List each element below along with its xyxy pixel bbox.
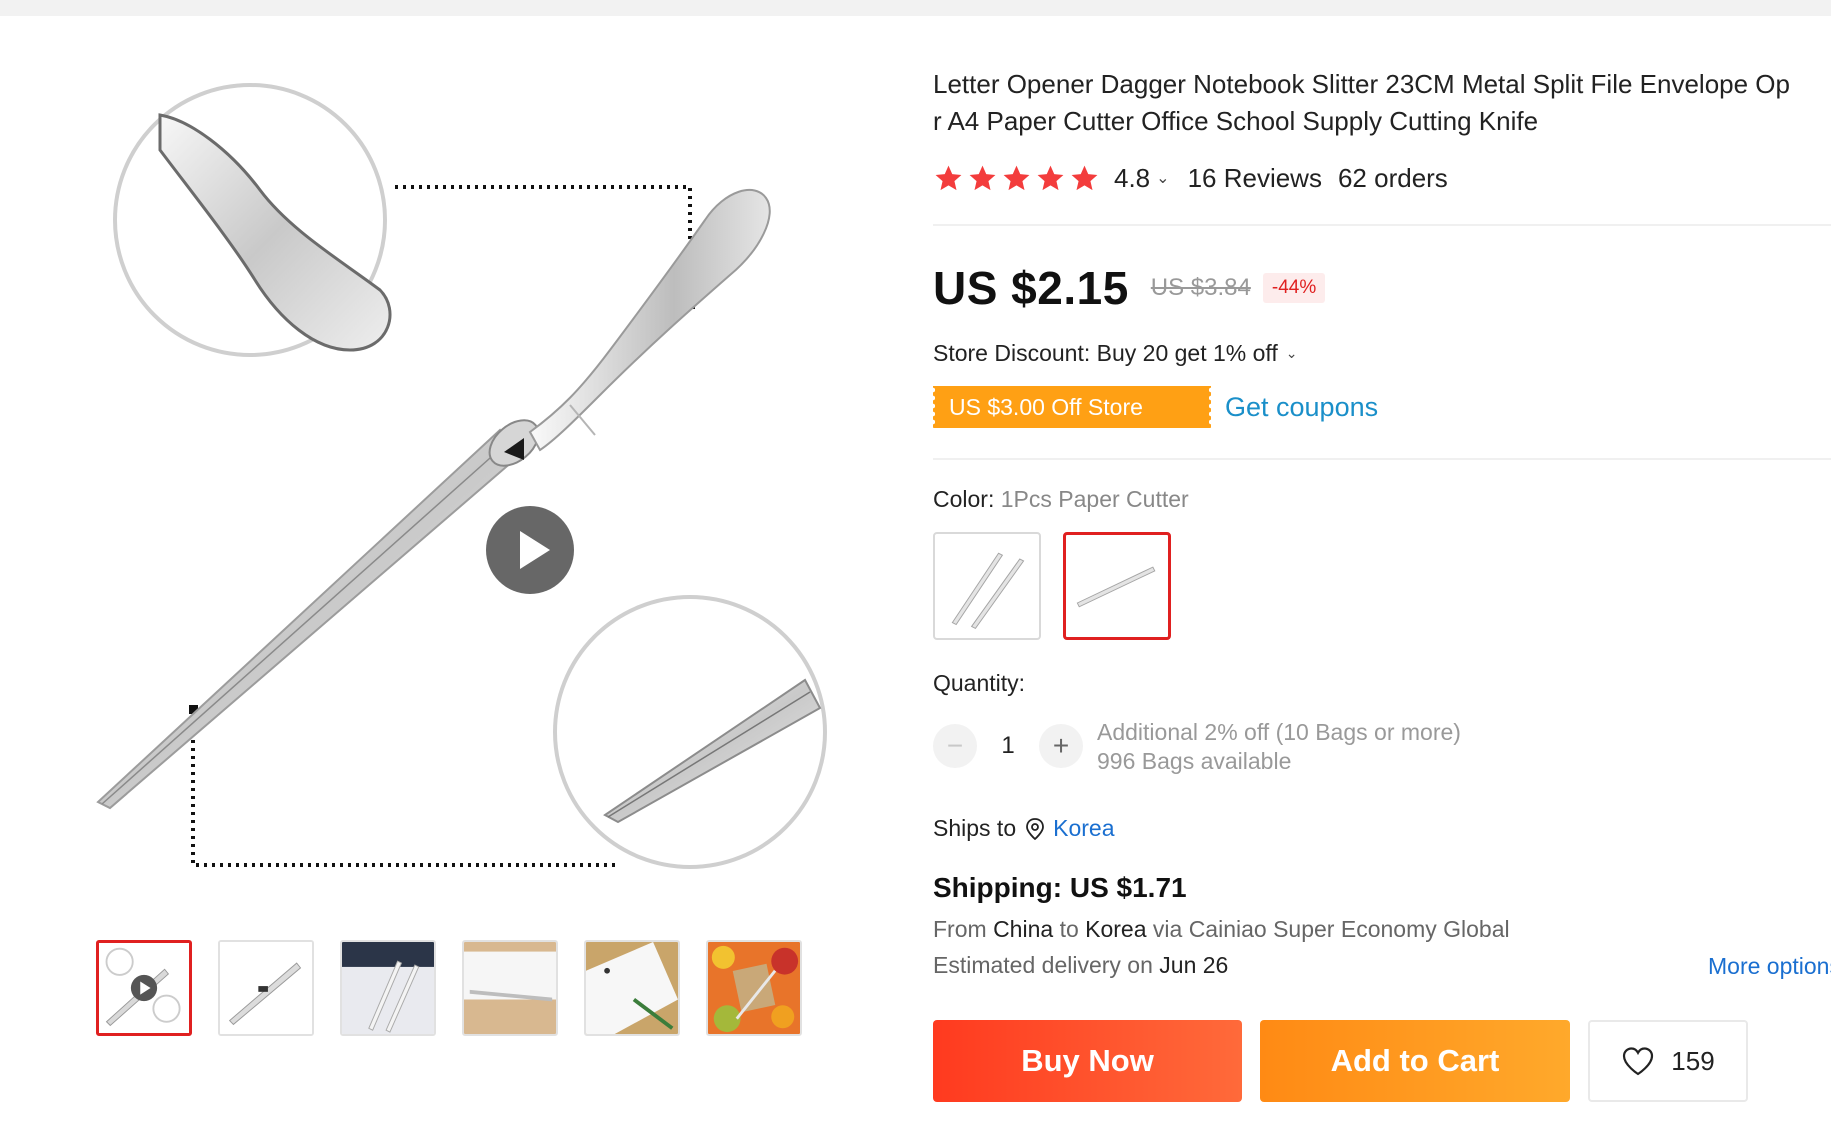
estimated-delivery: Estimated delivery on Jun 26 — [933, 952, 1228, 979]
quantity-label: Quantity: — [933, 670, 1026, 696]
quantity-decrease-button[interactable]: − — [933, 724, 977, 768]
thumbnail-2[interactable] — [218, 940, 314, 1036]
quantity-increase-button[interactable]: + — [1039, 724, 1083, 768]
thumbnail-4[interactable] — [462, 940, 558, 1036]
add-to-cart-button[interactable]: Add to Cart — [1260, 1020, 1570, 1102]
shipping-carrier: via Cainiao Super Economy Global — [1152, 916, 1510, 942]
product-title-line1: Letter Opener Dagger Notebook Slitter 23… — [933, 69, 1790, 99]
chevron-down-icon[interactable]: ⌄ — [1156, 168, 1169, 188]
thumbnail-3[interactable] — [340, 940, 436, 1036]
thumbnail-strip — [96, 940, 816, 1040]
thumbnail-1[interactable] — [96, 940, 192, 1036]
star-icon — [1071, 165, 1098, 190]
to-country: Korea — [1085, 916, 1147, 942]
rating-value[interactable]: 4.8 — [1114, 163, 1150, 194]
quantity-stepper: − + — [933, 724, 1083, 768]
color-label-text: Color: — [933, 486, 995, 512]
ships-to-row: Ships to Korea — [933, 815, 1114, 842]
original-price: US $3.84 — [1150, 274, 1251, 301]
shipping-route: From China to Korea via Cainiao Super Ec… — [933, 916, 1510, 943]
quantity-info: Additional 2% off (10 Bags or more) 996 … — [1097, 718, 1461, 776]
from-country: China — [993, 916, 1054, 942]
divider — [933, 224, 1831, 226]
product-title-line2: r A4 Paper Cutter Office School Supply C… — [933, 106, 1539, 136]
stock-available: 996 Bags available — [1097, 748, 1292, 774]
wishlist-button[interactable]: 159 — [1588, 1020, 1748, 1102]
thumbnail-5[interactable] — [584, 940, 680, 1036]
coupon-row: US $3.00 Off Store Coupon Get coupons — [931, 386, 1378, 462]
main-product-image[interactable] — [80, 60, 840, 880]
ships-to-label: Ships to — [933, 815, 1017, 841]
delivery-date: Jun 26 — [1159, 952, 1229, 978]
orders-count: 62 orders — [1337, 162, 1448, 193]
color-option-2[interactable] — [1063, 532, 1171, 640]
product-title: Letter Opener Dagger Notebook Slitter 23… — [933, 66, 1831, 140]
letter-opener-illustration — [96, 83, 827, 869]
color-option-1[interactable] — [933, 532, 1041, 640]
rating-stars — [933, 163, 1100, 194]
buy-now-button[interactable]: Buy Now — [933, 1020, 1242, 1102]
rating-row: 4.8 ⌄ 16 Reviews 62 orders — [933, 160, 1448, 196]
current-price: US $2.15 — [933, 262, 1129, 314]
bulk-discount-note: Additional 2% off (10 Bags or more) — [1097, 719, 1461, 745]
to-word: to — [1059, 916, 1079, 942]
discount-badge: -44% — [1262, 273, 1326, 303]
color-label: Color: 1Pcs Paper Cutter — [933, 486, 1189, 513]
top-bar — [0, 0, 1831, 16]
more-shipping-options-link[interactable]: More options — [1708, 953, 1831, 980]
divider — [933, 458, 1831, 460]
from-word: From — [933, 916, 987, 942]
store-discount-text: Store Discount: Buy 20 get 1% off — [933, 340, 1278, 366]
star-icon — [1037, 165, 1064, 190]
thumbnail-6[interactable] — [706, 940, 802, 1036]
location-pin-icon — [1026, 817, 1045, 840]
heart-icon — [1623, 1047, 1654, 1076]
star-icon — [935, 165, 962, 190]
color-selected-value: 1Pcs Paper Cutter — [1000, 486, 1189, 512]
reviews-link[interactable]: 16 Reviews — [1188, 163, 1322, 194]
wishlist-count: 159 — [1671, 1045, 1715, 1076]
delivery-label: Estimated delivery on — [933, 952, 1153, 978]
ships-to-destination[interactable]: Korea — [1053, 815, 1114, 842]
star-icon — [969, 165, 996, 190]
store-coupon[interactable]: US $3.00 Off Store Coupon — [931, 386, 1213, 462]
quantity-input[interactable] — [977, 731, 1039, 761]
get-coupons-link[interactable]: Get coupons — [1225, 392, 1378, 423]
store-discount[interactable]: Store Discount: Buy 20 get 1% off ⌄ — [933, 340, 1298, 367]
price-row: US $2.15 US $3.84 -44% — [933, 258, 1326, 318]
chevron-down-icon: ⌄ — [1285, 345, 1298, 361]
play-video-button[interactable] — [486, 506, 574, 594]
star-icon — [1003, 165, 1030, 190]
shipping-price: Shipping: US $1.71 — [933, 872, 1187, 903]
